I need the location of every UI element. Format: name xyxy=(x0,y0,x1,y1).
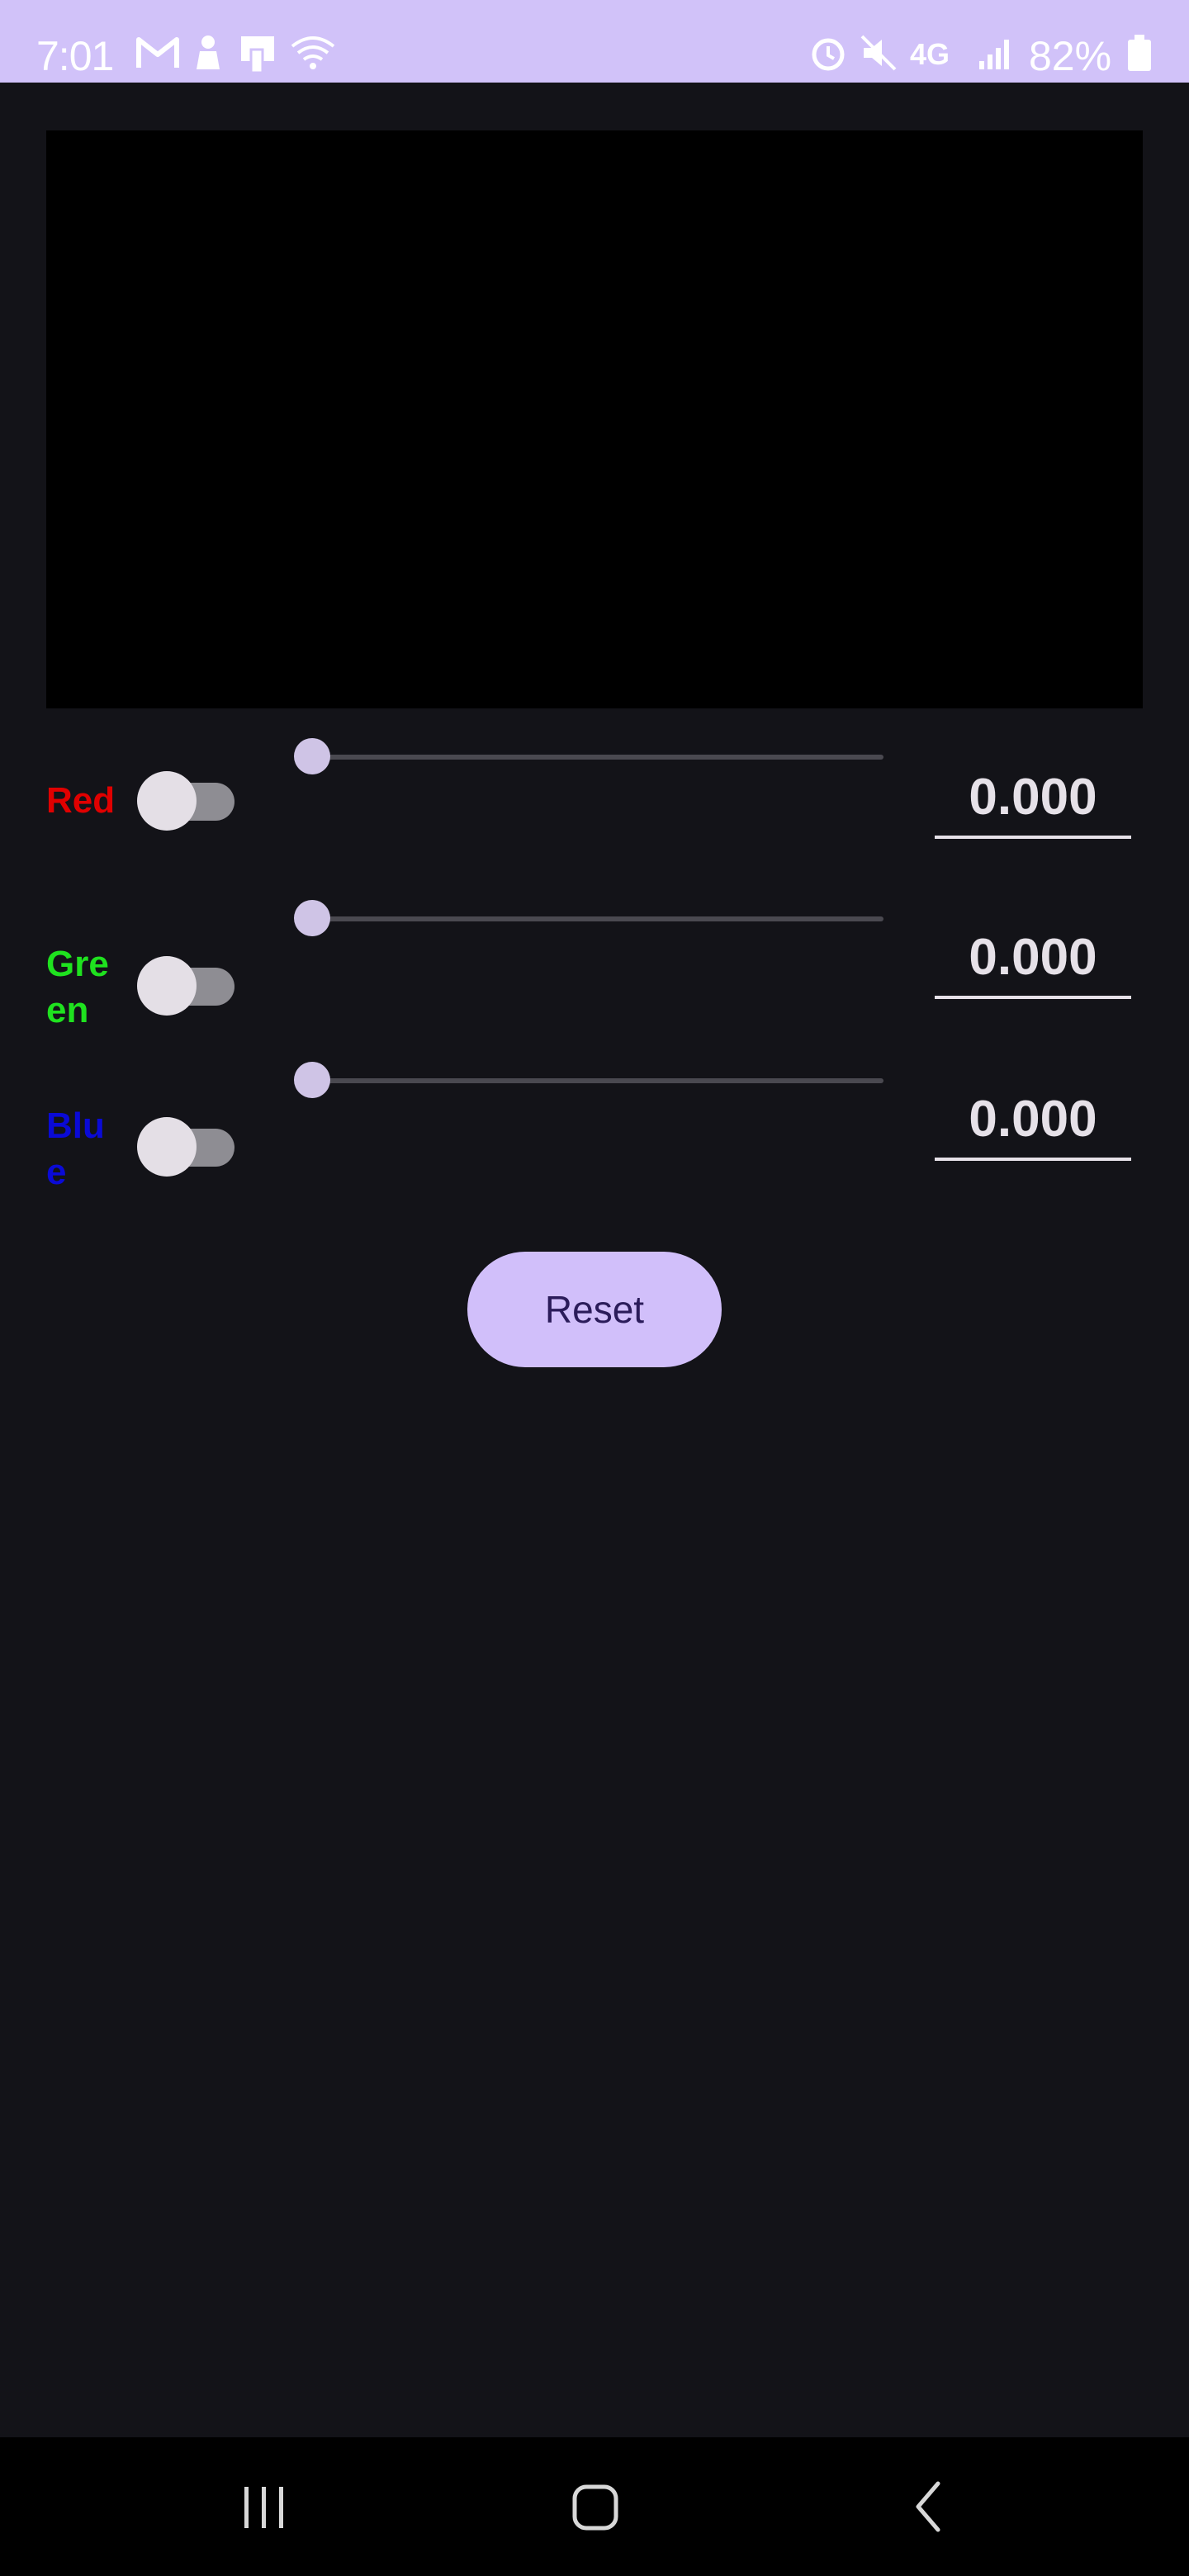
svg-text:4G: 4G xyxy=(910,37,950,71)
blue-slider-thumb[interactable] xyxy=(294,1062,330,1098)
green-value-underline xyxy=(935,996,1131,999)
green-value-field[interactable]: 0.000 xyxy=(935,920,1131,999)
blue-value-text: 0.000 xyxy=(969,1091,1097,1148)
blue-slider-rail xyxy=(312,1078,883,1083)
media-icon xyxy=(238,33,282,80)
red-slider-rail xyxy=(312,755,883,760)
blue-toggle[interactable] xyxy=(137,1117,236,1177)
reset-button[interactable]: Reset xyxy=(467,1252,722,1367)
4g-lte-icon: 4G xyxy=(908,33,968,77)
blue-slider[interactable] xyxy=(289,1055,883,1105)
blue-value-field[interactable]: 0.000 xyxy=(935,1082,1131,1161)
wifi-icon xyxy=(289,33,337,77)
red-value-field[interactable]: 0.000 xyxy=(935,760,1131,839)
blue-label: Blue xyxy=(46,1106,105,1192)
signal-icon xyxy=(978,33,1017,77)
green-slider-rail xyxy=(312,916,883,921)
red-value-underline xyxy=(935,836,1131,839)
battery-percentage: 82% xyxy=(1029,33,1112,79)
green-label: Green xyxy=(46,944,109,1030)
red-slider-thumb[interactable] xyxy=(294,738,330,774)
red-toggle[interactable] xyxy=(137,771,236,831)
alarm-icon xyxy=(808,33,849,77)
status-time: 7:01 xyxy=(36,33,114,79)
green-slider[interactable] xyxy=(289,893,883,943)
red-slider[interactable] xyxy=(289,732,883,781)
red-toggle-knob xyxy=(137,771,197,831)
green-toggle[interactable] xyxy=(137,956,236,1016)
back-icon[interactable] xyxy=(888,2465,971,2548)
blue-toggle-knob xyxy=(137,1117,197,1177)
color-preview xyxy=(46,130,1143,708)
red-value-text: 0.000 xyxy=(969,769,1097,826)
gmail-icon xyxy=(135,33,180,77)
mute-icon xyxy=(859,33,900,77)
green-slider-thumb[interactable] xyxy=(294,900,330,936)
home-icon[interactable] xyxy=(553,2465,636,2548)
recent-apps-icon[interactable] xyxy=(223,2465,306,2548)
green-value-text: 0.000 xyxy=(969,929,1097,986)
red-label: Red xyxy=(46,780,116,821)
navigation-bar xyxy=(0,2437,1189,2576)
person-icon xyxy=(188,33,228,77)
green-toggle-knob xyxy=(137,956,197,1016)
blue-value-underline xyxy=(935,1158,1131,1161)
status-bar: 7:01 4G 82% xyxy=(0,0,1189,83)
battery-icon xyxy=(1126,33,1153,77)
